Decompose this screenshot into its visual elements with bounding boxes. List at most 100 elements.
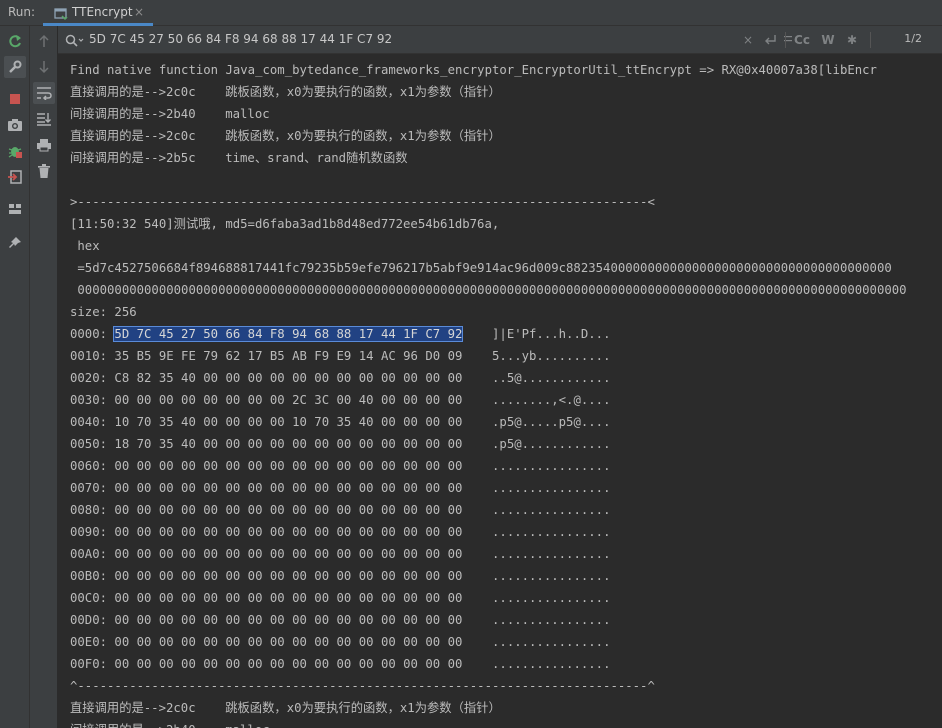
run-tool-window-header: Run: TTEncrypt × [0, 0, 942, 26]
new-line-icon[interactable] [760, 30, 780, 50]
console-line: Find native function Java_com_bytedance_… [70, 63, 877, 77]
hexdump-bytes: 00 00 00 00 00 00 00 00 00 00 00 00 00 0… [114, 569, 463, 583]
pin-icon[interactable] [4, 232, 26, 254]
hexdump-row: 0070: 00 00 00 00 00 00 00 00 00 00 00 0… [70, 477, 610, 499]
search-icon[interactable] [65, 33, 85, 47]
hexdump-offset: 0040: [70, 415, 115, 429]
search-match-highlight: 5D 7C 45 27 50 66 84 F8 94 68 88 17 44 1… [113, 326, 464, 342]
tab-label: TTEncrypt [72, 5, 133, 19]
hexdump-ascii: ................ [492, 503, 611, 517]
hexdump-ascii: .p5@.....p5@.... [492, 415, 611, 429]
hexdump-bytes: 00 00 00 00 00 00 00 00 2C 3C 00 40 00 0… [114, 393, 463, 407]
console-line: ^---------------------------------------… [70, 679, 655, 693]
hexdump-ascii: ................ [492, 569, 611, 583]
hexdump-row: 0030: 00 00 00 00 00 00 00 00 2C 3C 00 4… [70, 389, 610, 411]
console-line: >---------------------------------------… [70, 195, 655, 209]
console-line: 0000000000000000000000000000000000000000… [70, 283, 907, 297]
hexdump-row: 0090: 00 00 00 00 00 00 00 00 00 00 00 0… [70, 521, 610, 543]
hexdump-ascii: .p5@............ [492, 437, 611, 451]
layout-icon[interactable] [4, 198, 26, 220]
hexdump-offset: 00D0: [70, 613, 115, 627]
hexdump-row: 0050: 18 70 35 40 00 00 00 00 00 00 00 0… [70, 433, 610, 455]
hexdump-row: 0000: 5D 7C 45 27 50 66 84 F8 94 68 88 1… [70, 323, 610, 345]
tab-ttencrypt[interactable]: TTEncrypt × [43, 0, 153, 26]
hexdump-offset: 00C0: [70, 591, 115, 605]
regex-button[interactable]: ✱ [844, 30, 860, 50]
hexdump-ascii: ........,<.@.... [492, 393, 611, 407]
hexdump-row: 0010: 35 B5 9E FE 79 62 17 B5 AB F9 E9 1… [70, 345, 610, 367]
soft-wrap-icon[interactable] [33, 82, 55, 104]
hexdump-bytes: 00 00 00 00 00 00 00 00 00 00 00 00 00 0… [114, 481, 463, 495]
console-line: 直接调用的是-->2c0c 跳板函数，x0为要执行的函数，x1为参数（指针） [70, 701, 501, 715]
arrow-down-icon[interactable] [33, 56, 55, 78]
console-line: size: 256 [70, 305, 137, 319]
hexdump-bytes: 18 70 35 40 00 00 00 00 00 00 00 00 00 0… [114, 437, 463, 451]
hexdump-offset: 0070: [70, 481, 115, 495]
hexdump-ascii: 5...yb.......... [492, 349, 611, 363]
match-case-button[interactable]: Cc [792, 30, 812, 50]
camera-icon[interactable] [4, 114, 26, 136]
hexdump-row: 0040: 10 70 35 40 00 00 00 00 10 70 35 4… [70, 411, 610, 433]
print-icon[interactable] [33, 134, 55, 156]
hexdump-ascii: ]|E'Pf...h..D... [492, 327, 611, 341]
hexdump-ascii: ................ [492, 657, 611, 671]
whole-words-button[interactable]: W [818, 30, 838, 50]
hexdump-offset: 0090: [70, 525, 115, 539]
debug-bug-icon[interactable] [4, 140, 26, 162]
rerun-icon[interactable] [4, 30, 26, 52]
hexdump-offset: 0010: [70, 349, 115, 363]
hexdump-ascii: ................ [492, 459, 611, 473]
hexdump-offset: 00F0: [70, 657, 115, 671]
console-line: 直接调用的是-->2c0c 跳板函数，x0为要执行的函数，x1为参数（指针） [70, 85, 501, 99]
run-label: Run: [8, 5, 36, 19]
hexdump-row: 00C0: 00 00 00 00 00 00 00 00 00 00 00 0… [70, 587, 610, 609]
hexdump-row: 00E0: 00 00 00 00 00 00 00 00 00 00 00 0… [70, 631, 610, 653]
exit-icon[interactable] [4, 166, 26, 188]
console-line: hex [70, 239, 100, 253]
separator [870, 32, 871, 48]
hexdump-ascii: ..5@............ [492, 371, 611, 385]
hexdump-offset: 00A0: [70, 547, 115, 561]
run-actions-toolbar [0, 26, 30, 728]
hexdump-bytes: C8 82 35 40 00 00 00 00 00 00 00 00 00 0… [114, 371, 463, 385]
hexdump-bytes: 35 B5 9E FE 79 62 17 B5 AB F9 E9 14 AC 9… [114, 349, 463, 363]
run-config-icon [54, 6, 68, 21]
arrow-up-icon[interactable] [33, 30, 55, 52]
hexdump-bytes: 00 00 00 00 00 00 00 00 00 00 00 00 00 0… [114, 547, 463, 561]
separator [785, 32, 786, 48]
hexdump-ascii: ................ [492, 635, 611, 649]
hexdump-bytes: 00 00 00 00 00 00 00 00 00 00 00 00 00 0… [114, 503, 463, 517]
hexdump-ascii: ................ [492, 547, 611, 561]
hexdump-ascii: ................ [492, 591, 611, 605]
search-input[interactable]: 5D 7C 45 27 50 66 84 F8 94 68 88 17 44 1… [89, 32, 392, 46]
match-count: 1/2 [904, 32, 922, 45]
hexdump-ascii: ................ [492, 481, 611, 495]
hexdump-bytes: 00 00 00 00 00 00 00 00 00 00 00 00 00 0… [114, 525, 463, 539]
hexdump-offset: 0020: [70, 371, 115, 385]
hexdump-row: 0080: 00 00 00 00 00 00 00 00 00 00 00 0… [70, 499, 610, 521]
clear-search-icon[interactable]: × [740, 30, 756, 50]
hexdump-row: 0060: 00 00 00 00 00 00 00 00 00 00 00 0… [70, 455, 610, 477]
console-line: 直接调用的是-->2c0c 跳板函数，x0为要执行的函数，x1为参数（指针） [70, 129, 501, 143]
console-line: 间接调用的是-->2b5c time、srand、rand随机数函数 [70, 151, 408, 165]
hexdump-bytes: 00 00 00 00 00 00 00 00 00 00 00 00 00 0… [114, 459, 463, 473]
close-icon[interactable]: × [134, 5, 144, 19]
hexdump-row: 00F0: 00 00 00 00 00 00 00 00 00 00 00 0… [70, 653, 610, 675]
stop-icon[interactable] [4, 88, 26, 110]
hexdump-offset: 0060: [70, 459, 115, 473]
console-line: 间接调用的是-->2b40 malloc [70, 719, 270, 728]
console-output[interactable]: Find native function Java_com_bytedance_… [58, 55, 942, 728]
console-actions-toolbar [30, 26, 58, 728]
trash-icon[interactable] [33, 160, 55, 182]
scroll-to-end-icon[interactable] [33, 108, 55, 130]
hexdump-row: 0020: C8 82 35 40 00 00 00 00 00 00 00 0… [70, 367, 610, 389]
hexdump-ascii: ................ [492, 613, 611, 627]
find-bar: 5D 7C 45 27 50 66 84 F8 94 68 88 17 44 1… [58, 26, 942, 54]
hexdump-bytes: 10 70 35 40 00 00 00 00 10 70 35 40 00 0… [114, 415, 463, 429]
hexdump-offset: 0030: [70, 393, 115, 407]
console-line: =5d7c4527506684f894688817441fc79235b59ef… [70, 261, 892, 275]
hexdump-bytes: 00 00 00 00 00 00 00 00 00 00 00 00 00 0… [114, 591, 463, 605]
wrench-icon[interactable] [4, 56, 26, 78]
hexdump-bytes: 00 00 00 00 00 00 00 00 00 00 00 00 00 0… [114, 635, 463, 649]
console-line: 间接调用的是-->2b40 malloc [70, 107, 270, 121]
